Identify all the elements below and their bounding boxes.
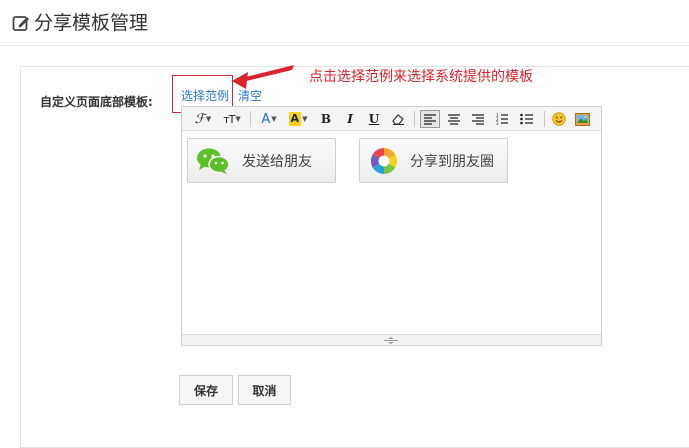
image-icon <box>574 112 590 126</box>
italic-button[interactable]: I <box>342 110 358 128</box>
unordered-list-icon <box>519 113 533 125</box>
editor-resize-bar[interactable] <box>182 334 601 345</box>
save-button[interactable]: 保存 <box>179 375 233 405</box>
highlight-color-icon: A <box>288 112 302 126</box>
moments-aperture-icon <box>370 147 398 174</box>
footer-template-label: 自定义页面底部模板: <box>40 95 153 109</box>
editor-content-area[interactable]: 发送给朋友 分享到朋友圈 <box>182 132 601 333</box>
highlight-color-button[interactable]: A ▼ <box>286 110 310 128</box>
send-to-friend-button[interactable]: 发送给朋友 <box>187 138 336 183</box>
align-right-button[interactable] <box>469 110 487 128</box>
font-family-icon: ℱ <box>194 111 205 127</box>
svg-text:3: 3 <box>496 121 499 125</box>
font-family-button[interactable]: ℱ ▼ <box>190 110 216 128</box>
clear-format-button[interactable] <box>389 110 407 128</box>
ordered-list-button[interactable]: 1 2 3 <box>493 110 511 128</box>
page-header: 分享模板管理 <box>0 0 689 46</box>
annotation-callout-text: 点击选择范例来选择系统提供的模板 <box>309 69 533 85</box>
underline-button[interactable]: U <box>366 110 382 128</box>
wechat-icon <box>197 148 230 174</box>
edit-icon <box>12 16 29 31</box>
toolbar-divider <box>250 111 251 127</box>
bold-button[interactable]: B <box>318 110 334 128</box>
ordered-list-icon: 1 2 3 <box>496 113 508 125</box>
editor-toolbar: ℱ ▼ тT ▼ A ▼ A ▼ B I U 1 2 3 <box>182 107 601 131</box>
toolbar-divider <box>414 111 415 127</box>
align-center-icon <box>448 113 460 125</box>
align-left-icon <box>424 113 436 125</box>
align-right-icon <box>472 113 484 125</box>
insert-image-button[interactable] <box>573 110 591 128</box>
emoticon-button[interactable] <box>550 110 568 128</box>
annotation-arrow-icon <box>232 65 294 89</box>
cancel-button[interactable]: 取消 <box>238 375 291 405</box>
share-to-moments-button[interactable]: 分享到朋友圈 <box>359 138 508 183</box>
unordered-list-button[interactable] <box>517 110 535 128</box>
send-to-friend-label: 发送给朋友 <box>242 153 312 170</box>
align-left-button[interactable] <box>420 110 440 128</box>
toolbar-divider <box>544 111 545 127</box>
page-title: 分享模板管理 <box>34 12 149 34</box>
smiley-icon <box>552 112 566 126</box>
resize-handle-icon <box>384 337 398 344</box>
font-size-icon: тT <box>223 112 235 126</box>
share-to-moments-label: 分享到朋友圈 <box>410 153 494 170</box>
eraser-icon <box>392 114 404 125</box>
font-color-button[interactable]: A ▼ <box>258 110 280 128</box>
font-size-button[interactable]: тT ▼ <box>220 110 244 128</box>
font-color-icon: A <box>261 111 271 127</box>
align-center-button[interactable] <box>445 110 463 128</box>
rich-text-editor: ℱ ▼ тT ▼ A ▼ A ▼ B I U 1 2 3 发送给朋友 分享到朋友… <box>181 106 602 346</box>
